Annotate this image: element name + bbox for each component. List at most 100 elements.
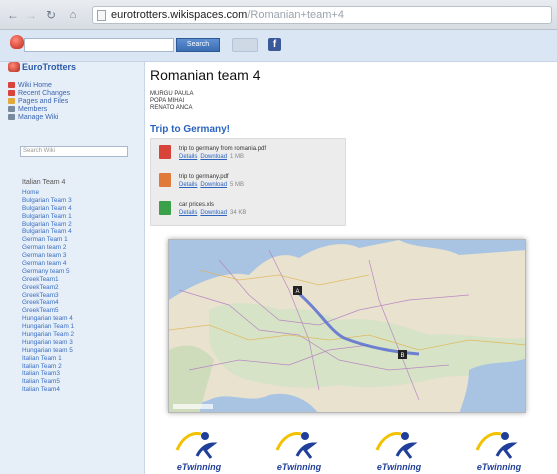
nav-item[interactable]: German team 3: [22, 252, 74, 260]
map-scale-bar: [173, 404, 213, 409]
nav-item[interactable]: Bulgarian Team 2: [22, 221, 74, 229]
file-name[interactable]: trip to germany.pdf: [179, 174, 229, 180]
header-search-button[interactable]: Search: [176, 38, 220, 52]
pages-files-icon: [8, 98, 15, 104]
nav-item[interactable]: Bulgarian Team 4: [22, 228, 74, 236]
file-list: trip to germany from romania.pdf Details…: [150, 138, 346, 226]
nav-item[interactable]: Italian Team 2: [22, 363, 74, 371]
members-icon: [8, 106, 15, 112]
facebook-icon[interactable]: f: [268, 38, 281, 51]
nav-item[interactable]: Hungarian team 4: [22, 315, 74, 323]
etwinning-logo: eTwinning: [455, 428, 543, 474]
nav-item[interactable]: Hungarian Team 2: [22, 331, 74, 339]
map-graphic: A B: [169, 240, 525, 412]
sidebar-link-wiki-home[interactable]: Wiki Home: [8, 82, 70, 90]
member-name: MURGU PAULA: [150, 91, 194, 97]
file-details-link[interactable]: Details: [179, 182, 197, 188]
sidebar-link-members[interactable]: Members: [8, 106, 70, 114]
url-text: eurotrotters.wikispaces.com/Romanian+tea…: [111, 9, 344, 21]
etwinning-logo-icon: [175, 432, 218, 459]
nav-item[interactable]: Bulgarian Team 3: [22, 197, 74, 205]
forward-arrow-icon[interactable]: →: [24, 8, 38, 22]
address-bar[interactable]: eurotrotters.wikispaces.com/Romanian+tea…: [92, 6, 552, 24]
logo-strip: eTwinning eTwinning eTwinning eTwinning: [155, 428, 550, 474]
nav-item[interactable]: Italian Team5: [22, 378, 74, 386]
file-download-link[interactable]: Download: [200, 154, 227, 160]
file-download-link[interactable]: Download: [200, 182, 227, 188]
file-details-link[interactable]: Details: [179, 154, 197, 160]
map-marker-b-label: B: [400, 353, 404, 359]
pdf-file-icon: [159, 145, 171, 159]
recent-changes-icon: [8, 90, 15, 96]
nav-item[interactable]: German team 2: [22, 244, 74, 252]
sidebar: EuroTrotters Wiki Home Recent Changes Pa…: [0, 62, 145, 474]
home-icon: [8, 82, 15, 88]
member-name: POPA MIHAI: [150, 98, 185, 104]
nav-item[interactable]: Germany team 5: [22, 268, 74, 276]
etwinning-logo: eTwinning: [155, 428, 243, 474]
home-icon[interactable]: ⌂: [66, 8, 80, 22]
nav-item[interactable]: GreekTeam3: [22, 292, 74, 300]
file-row: car prices.xls Details Download 34 KB: [157, 199, 343, 221]
reload-icon[interactable]: ↻: [44, 8, 58, 22]
nav-item[interactable]: GreekTeam4: [22, 299, 74, 307]
file-name[interactable]: trip to germany from romania.pdf: [179, 146, 266, 152]
header-search-input[interactable]: [24, 38, 174, 52]
etwinning-text: eTwinning: [376, 462, 422, 472]
file-details-link[interactable]: Details: [179, 210, 197, 216]
file-row: trip to germany from romania.pdf Details…: [157, 143, 343, 165]
route-map[interactable]: A B: [168, 239, 526, 413]
page-title: Romanian team 4: [150, 67, 261, 83]
nav-item[interactable]: German team 4: [22, 260, 74, 268]
nav-list: Home Bulgarian Team 3 Bulgarian Team 4 B…: [22, 189, 74, 394]
page-icon: [97, 10, 106, 21]
nav-item[interactable]: Italian Team3: [22, 370, 74, 378]
nav-title: Italian Team 4: [22, 179, 66, 186]
nav-item[interactable]: German Team 1: [22, 236, 74, 244]
etwinning-logo-icon: [375, 432, 418, 459]
file-download-link[interactable]: Download: [200, 210, 227, 216]
sidebar-link-recent-changes[interactable]: Recent Changes: [8, 90, 70, 98]
etwinning-logo: eTwinning: [355, 428, 443, 474]
space-icon: [8, 62, 20, 72]
nav-item[interactable]: Hungarian Team 1: [22, 323, 74, 331]
member-list: MURGU PAULA POPA MIHAI RENATO ANCA: [150, 91, 194, 112]
file-size: 1 MB: [230, 154, 245, 160]
file-size: 34 KB: [230, 210, 247, 216]
nav-item[interactable]: Hungarian team 3: [22, 339, 74, 347]
etwinning-text: eTwinning: [176, 462, 222, 472]
nav-item[interactable]: Home: [22, 189, 74, 197]
file-size: 5 MB: [230, 182, 245, 188]
sidebar-search-input[interactable]: Search Wiki: [20, 146, 128, 157]
nav-item[interactable]: Italian Team 1: [22, 355, 74, 363]
sidebar-links: Wiki Home Recent Changes Pages and Files…: [8, 82, 70, 122]
manage-wiki-icon: [8, 114, 15, 120]
wikispaces-logo[interactable]: [10, 35, 24, 49]
etwinning-text: eTwinning: [276, 462, 322, 472]
nav-item[interactable]: GreekTeam1: [22, 276, 74, 284]
sidebar-link-manage-wiki[interactable]: Manage Wiki: [8, 114, 70, 122]
nav-item[interactable]: Hungarian team 5: [22, 347, 74, 355]
wiki-header: Search f: [0, 30, 557, 62]
space-name[interactable]: EuroTrotters: [22, 62, 76, 72]
browser-toolbar: ← → ↻ ⌂ eurotrotters.wikispaces.com/Roma…: [0, 0, 557, 30]
file-name[interactable]: car prices.xls: [179, 202, 214, 208]
etwinning-logo-icon: [275, 432, 318, 459]
sidebar-link-pages-files[interactable]: Pages and Files: [8, 98, 70, 106]
nav-item[interactable]: Bulgarian Team 1: [22, 213, 74, 221]
etwinning-text: eTwinning: [476, 462, 522, 472]
nav-item[interactable]: GreekTeam5: [22, 307, 74, 315]
etwinning-logo-icon: [475, 432, 518, 459]
header-menu-button[interactable]: [232, 38, 258, 52]
member-name: RENATO ANCA: [150, 105, 193, 111]
map-marker-a-label: A: [295, 289, 299, 295]
spreadsheet-file-icon: [159, 201, 171, 215]
file-row: trip to germany.pdf Details Download 5 MB: [157, 171, 343, 193]
nav-item[interactable]: GreekTeam2: [22, 284, 74, 292]
back-arrow-icon[interactable]: ←: [6, 8, 20, 22]
etwinning-logo: eTwinning: [255, 428, 343, 474]
nav-item[interactable]: Italian Team4: [22, 386, 74, 394]
trip-heading: Trip to Germany!: [150, 124, 231, 135]
nav-item[interactable]: Bulgarian Team 4: [22, 205, 74, 213]
pdf-file-icon: [159, 173, 171, 187]
